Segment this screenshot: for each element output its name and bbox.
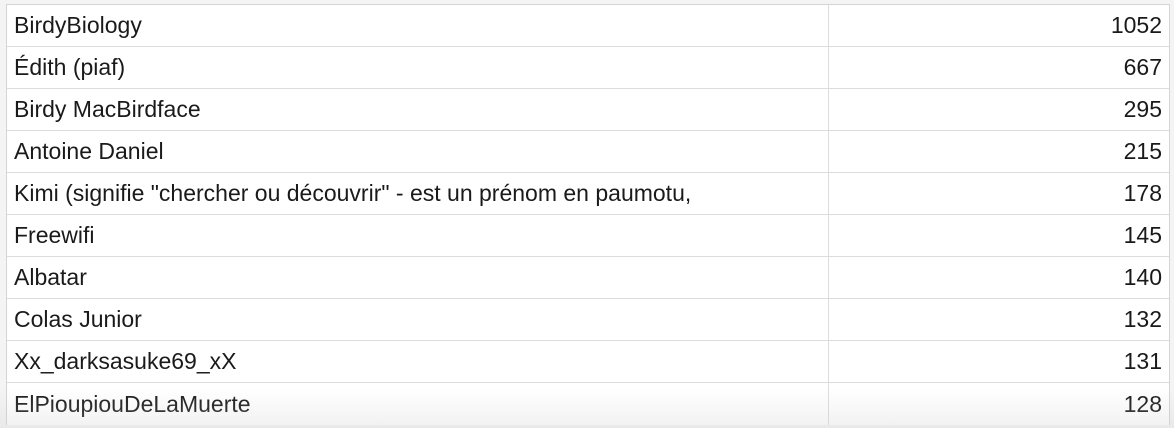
count-cell[interactable]: 178 [829, 173, 1169, 214]
count-cell[interactable]: 140 [829, 257, 1169, 298]
spreadsheet: BirdyBiology 1052 Édith (piaf) 667 Birdy… [0, 0, 1174, 428]
name-cell[interactable]: Albatar [7, 257, 829, 298]
name-cell[interactable]: ElPioupiouDeLaMuerte [7, 383, 829, 425]
count-cell[interactable]: 128 [829, 383, 1169, 425]
count-cell[interactable]: 667 [829, 47, 1169, 88]
name-cell[interactable]: Freewifi [7, 215, 829, 256]
table-row: Kimi (signifie "chercher ou découvrir" -… [7, 173, 1169, 215]
name-cell[interactable]: BirdyBiology [7, 5, 829, 46]
count-cell[interactable]: 295 [829, 89, 1169, 130]
name-cell[interactable]: Édith (piaf) [7, 47, 829, 88]
count-cell[interactable]: 1052 [829, 5, 1169, 46]
table-row: Albatar 140 [7, 257, 1169, 299]
count-cell[interactable]: 131 [829, 341, 1169, 382]
count-cell[interactable]: 132 [829, 299, 1169, 340]
table-row: Birdy MacBirdface 295 [7, 89, 1169, 131]
name-cell[interactable]: Antoine Daniel [7, 131, 829, 172]
count-cell[interactable]: 215 [829, 131, 1169, 172]
name-cell[interactable]: Birdy MacBirdface [7, 89, 829, 130]
count-cell[interactable]: 145 [829, 215, 1169, 256]
table-row: ElPioupiouDeLaMuerte 128 [7, 383, 1169, 425]
table-row: BirdyBiology 1052 [7, 5, 1169, 47]
table-row: Colas Junior 132 [7, 299, 1169, 341]
table-row: Antoine Daniel 215 [7, 131, 1169, 173]
name-cell[interactable]: Kimi (signifie "chercher ou découvrir" -… [7, 173, 829, 214]
table-row: Édith (piaf) 667 [7, 47, 1169, 89]
table-row: Freewifi 145 [7, 215, 1169, 257]
data-table: BirdyBiology 1052 Édith (piaf) 667 Birdy… [6, 4, 1170, 425]
name-cell[interactable]: Colas Junior [7, 299, 829, 340]
name-cell[interactable]: Xx_darksasuke69_xX [7, 341, 829, 382]
table-row: Xx_darksasuke69_xX 131 [7, 341, 1169, 383]
